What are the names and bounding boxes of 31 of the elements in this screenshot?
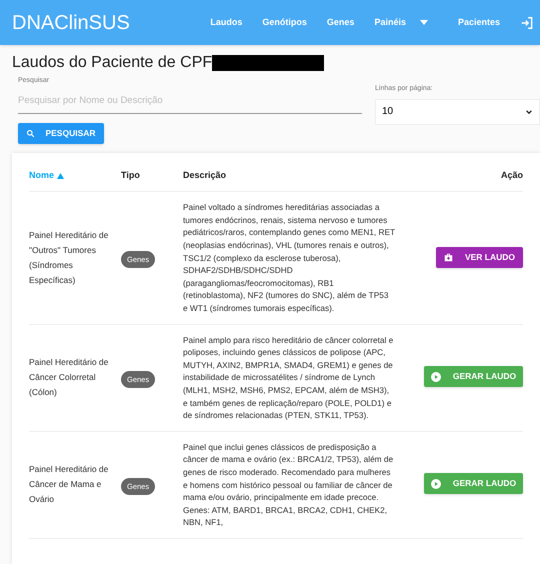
generate-report-button[interactable]: GERAR LAUDO: [424, 473, 523, 494]
nav-link[interactable]: Genótipos: [262, 16, 307, 30]
panel-name: Painel Hereditário de Câncer de Mama e Ovário: [29, 463, 110, 506]
panel-name: Painel Hereditário de Câncer Colorretal (Cólon): [29, 356, 110, 400]
panel-description: Painel que inclui genes clássicos de predisposição a câncer de mama e ovário (ex.: BRCA1/2, TP53), além de genes de risco moderado. Recomendado para mulheres e homens com histórico pessoal ou familiar de câncer de mama e/ou ovário, principalmente em idade precoce. Genes: ATM, BARD1, BRCA1, BRCA2, CDH1, CHEK2, NBN, NF1,: [183, 440, 394, 529]
page-title: Laudos do Paciente de CPF: [12, 53, 212, 73]
panel-description: Painel voltado a síndromes hereditárias associadas a tumores endócrinos, renais, sistema nervoso e tumores pediátricos/raros, contemplando genes como MEN1, RET (neoplasias endócrinas), VHL (tumores renais e outros), TSC1/2 (complexo da esclerose tuberosa), SDHAF2/SDHB/SDHC/SDHD (paragangliomas/feocromocitomas), RB1 (retinoblastoma), NF2 (tumores do SNC), além de TP53 e WT1 (síndromes tumorais específicas).: [183, 201, 395, 315]
medical-kit-icon: [444, 252, 453, 262]
logout-icon[interactable]: [520, 16, 534, 30]
caret-down-icon: [420, 20, 428, 25]
nav-link[interactable]: Laudos: [210, 16, 242, 30]
panel-description: Painel amplo para risco hereditário de câncer colorretal e poliposes, incluindo genes clássicos de polipose (APC, MUTYH, AXIN2, BMPR1A, SMAD4, GREM1) e genes de instabilidade de microssatélites / síndrome de Lynch (MLH1, MSH2, MSH6, PMS2, EPCAM, além de MSH3), e também genes de replicação/reparo (POLE, POLD1) e de síndromes relacionadas (PTEN, STK11, TP53).: [183, 334, 394, 422]
search-field[interactable]: Pesquisar por Nome ou Descrição: [18, 94, 362, 114]
generate-report-button[interactable]: GERAR LAUDO: [424, 366, 523, 388]
nav-link[interactable]: Genes: [326, 16, 354, 30]
play-circle-icon: [430, 478, 441, 489]
nav-link[interactable]: Painéis: [374, 16, 428, 30]
column-header[interactable]: Nome: [29, 168, 64, 182]
sort-arrow-icon: [57, 172, 64, 178]
chevron-down-icon: [525, 108, 533, 116]
column-header[interactable]: Ação: [500, 168, 523, 182]
search-button[interactable]: PESQUISAR: [18, 122, 104, 144]
brand-logo[interactable]: DNAClinSUS: [12, 8, 130, 38]
panel-name: Painel Hereditário de "Outros" Tumores (Síndromes Específicas): [29, 228, 110, 287]
column-header[interactable]: Tipo: [121, 168, 140, 182]
play-circle-icon: [430, 372, 441, 382]
nav-link[interactable]: Pacientes: [458, 16, 500, 30]
rows-per-page-select[interactable]: 10: [375, 98, 540, 124]
search-icon: [26, 128, 36, 138]
view-report-button[interactable]: VER LAUDO: [436, 246, 523, 268]
column-header[interactable]: Descrição: [183, 168, 226, 182]
